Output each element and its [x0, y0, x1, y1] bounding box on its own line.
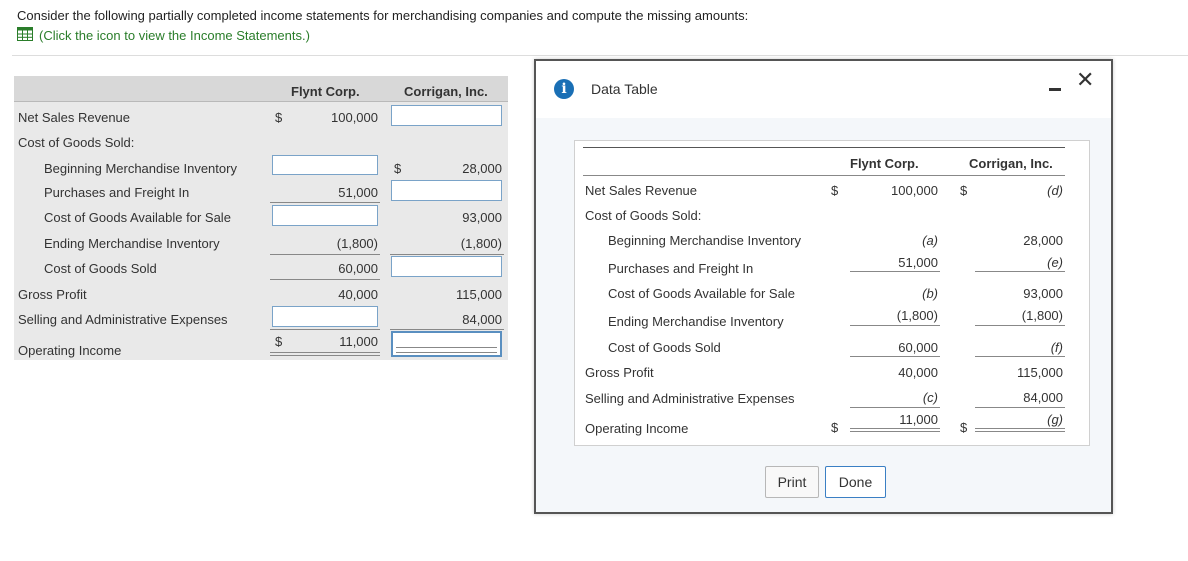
dt-corrigan-net-sales: (d)	[1047, 183, 1063, 198]
dt-corrigan-operating-income: (g)	[1047, 412, 1063, 427]
dt-flynt-cogs: 60,000	[898, 340, 938, 355]
currency-sign: $	[960, 183, 968, 198]
row-label-beginning-inventory: Beginning Merchandise Inventory	[44, 161, 237, 176]
divider	[12, 55, 1188, 56]
flynt-gross-profit-value: 40,000	[338, 287, 378, 302]
underline	[850, 356, 940, 357]
row-label-sga: Selling and Administrative Expenses	[18, 312, 228, 327]
dt-label-purchases: Purchases and Freight In	[608, 261, 754, 276]
underline	[975, 271, 1065, 272]
dt-flynt-purchases: 51,000	[898, 255, 938, 270]
dt-label-cogs: Cost of Goods Sold	[608, 340, 721, 355]
corrigan-beginning-inventory-value: 28,000	[462, 161, 502, 176]
close-icon[interactable]: ✕	[1076, 70, 1094, 92]
dt-label-beginning-inventory: Beginning Merchandise Inventory	[608, 233, 801, 248]
corrigan-sga-value: 84,000	[462, 312, 502, 327]
dt-label-cogs-header: Cost of Goods Sold:	[585, 208, 702, 223]
row-label-cogs: Cost of Goods Sold	[44, 261, 157, 276]
currency-sign: $	[960, 420, 968, 435]
row-label-goods-available: Cost of Goods Available for Sale	[44, 210, 231, 225]
underline	[270, 329, 380, 330]
dt-corrigan-purchases: (e)	[1047, 255, 1063, 270]
underline	[975, 407, 1065, 408]
info-icon: i	[554, 79, 574, 99]
currency-sign: $	[831, 420, 839, 435]
flynt-sga-input[interactable]	[272, 306, 378, 327]
underline	[850, 325, 940, 326]
view-statements-link[interactable]: (Click the icon to view the Income State…	[17, 27, 310, 44]
corrigan-cogs-input[interactable]	[391, 256, 502, 277]
dt-label-net-sales: Net Sales Revenue	[585, 183, 698, 198]
row-label-operating-income: Operating Income	[18, 343, 122, 358]
row-label-gross-profit: Gross Profit	[18, 287, 87, 302]
row-label-ending-inventory: Ending Merchandise Inventory	[44, 236, 220, 251]
dt-flynt-beginning-inventory: (a)	[922, 233, 938, 248]
dt-corrigan-cogs: (f)	[1050, 340, 1063, 355]
corrigan-operating-income-input[interactable]	[391, 331, 502, 357]
row-label-net-sales: Net Sales Revenue	[18, 110, 131, 125]
double-underline	[975, 428, 1065, 432]
flynt-beginning-inventory-input[interactable]	[272, 155, 378, 175]
dt-flynt-ending-inventory: (1,800)	[896, 308, 938, 323]
double-underline	[850, 428, 940, 432]
underline	[270, 254, 380, 255]
corrigan-ending-inventory-value: (1,800)	[460, 236, 502, 251]
flynt-purchases-value: 51,000	[338, 185, 378, 200]
dt-flynt-operating-income: 11,000	[899, 412, 938, 427]
underline	[390, 254, 504, 255]
dt-label-goods-available: Cost of Goods Available for Sale	[608, 286, 795, 301]
dt-label-sga: Selling and Administrative Expenses	[585, 391, 795, 406]
dt-corrigan-gross-profit: 115,000	[1016, 365, 1063, 380]
underline	[390, 329, 504, 330]
dt-label-operating-income: Operating Income	[585, 421, 689, 436]
table-icon[interactable]	[17, 27, 33, 44]
dt-corrigan-beginning-inventory: 28,000	[1023, 233, 1063, 248]
flynt-net-sales-value: 100,000	[331, 110, 378, 125]
minimize-icon[interactable]	[1049, 88, 1061, 91]
flynt-operating-income-value: 11,000	[339, 334, 378, 349]
currency-sign: $	[394, 161, 402, 176]
corrigan-goods-available-value: 93,000	[462, 210, 502, 225]
dialog-title: Data Table	[591, 81, 658, 97]
flynt-goods-available-input[interactable]	[272, 205, 378, 226]
row-label-cogs-header: Cost of Goods Sold:	[18, 135, 135, 150]
underline	[270, 279, 380, 280]
dt-flynt-goods-available: (b)	[922, 286, 938, 301]
column-header-corrigan: Corrigan, Inc.	[404, 84, 488, 99]
column-header-flynt: Flynt Corp.	[291, 84, 360, 99]
corrigan-gross-profit-value: 115,000	[455, 287, 502, 302]
done-button[interactable]: Done	[825, 466, 886, 498]
dt-flynt-sga: (c)	[922, 390, 938, 405]
corrigan-purchases-input[interactable]	[391, 180, 502, 201]
flynt-ending-inventory-value: (1,800)	[336, 236, 378, 251]
dt-flynt-gross-profit: 40,000	[898, 365, 938, 380]
dt-corrigan-goods-available: 93,000	[1023, 286, 1063, 301]
table-top-rule	[583, 147, 1065, 148]
underline	[975, 325, 1065, 326]
dt-label-gross-profit: Gross Profit	[585, 365, 654, 380]
corrigan-net-sales-input[interactable]	[391, 105, 502, 126]
question-text: Consider the following partially complet…	[17, 8, 749, 23]
currency-sign: $	[275, 110, 283, 125]
underline	[850, 271, 940, 272]
double-underline	[270, 352, 380, 356]
dt-flynt-net-sales: 100,000	[891, 183, 938, 198]
flynt-cogs-value: 60,000	[338, 261, 378, 276]
dt-corrigan-sga: 84,000	[1023, 390, 1063, 405]
print-button[interactable]: Print	[765, 466, 819, 498]
data-table-header-flynt: Flynt Corp.	[850, 156, 919, 171]
underline	[975, 356, 1065, 357]
header-rule	[583, 175, 1065, 176]
dt-corrigan-ending-inventory: (1,800)	[1021, 308, 1063, 323]
link-label[interactable]: (Click the icon to view the Income State…	[39, 28, 310, 43]
row-label-purchases: Purchases and Freight In	[44, 185, 190, 200]
dt-label-ending-inventory: Ending Merchandise Inventory	[608, 314, 784, 329]
currency-sign: $	[831, 183, 839, 198]
data-table-header-corrigan: Corrigan, Inc.	[969, 156, 1053, 171]
currency-sign: $	[275, 334, 283, 349]
underline	[850, 407, 940, 408]
underline	[270, 202, 380, 203]
